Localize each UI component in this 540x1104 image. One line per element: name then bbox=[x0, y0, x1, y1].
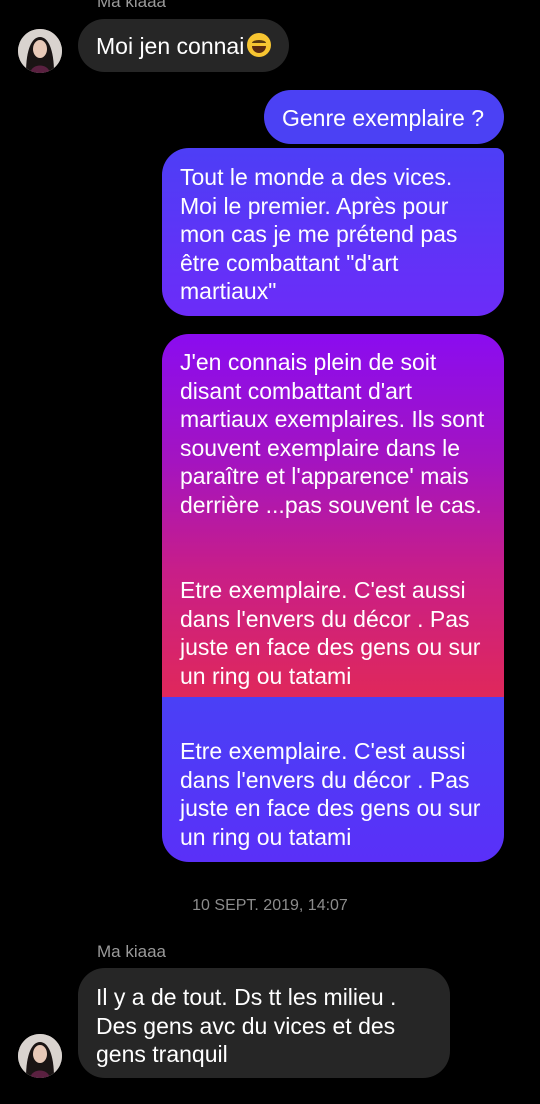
message-text: Moi jen connai bbox=[96, 33, 245, 59]
sender-name-top: Ma kiaaa bbox=[97, 0, 166, 11]
message-text: Genre exemplaire ? bbox=[282, 105, 484, 131]
profile-photo bbox=[18, 29, 62, 73]
outgoing-message[interactable]: Genre exemplaire ? bbox=[264, 90, 504, 144]
incoming-message[interactable]: Il y a de tout. Ds tt les milieu . Des g… bbox=[78, 968, 450, 1078]
incoming-message[interactable]: Moi jen connai bbox=[78, 19, 290, 72]
message-text: Etre exemplaire. C'est aussi dans l'enve… bbox=[180, 738, 481, 850]
laughing-with-tears-emoji-icon bbox=[247, 33, 272, 57]
profile-photo bbox=[18, 1034, 62, 1078]
message-text: Il y a de tout. Ds tt les milieu . Des g… bbox=[96, 984, 397, 1067]
avatar[interactable] bbox=[18, 29, 62, 73]
message-paragraph: J'en connais plein de soit disant combat… bbox=[180, 349, 485, 518]
outgoing-message[interactable]: J'en connais plein de soit disant combat… bbox=[162, 334, 504, 699]
sender-name: Ma kiaaa bbox=[97, 942, 166, 961]
outgoing-message[interactable]: Tout le monde a des vices. Moi le premie… bbox=[162, 148, 504, 316]
message-text: Tout le monde a des vices. Moi le premie… bbox=[180, 164, 458, 304]
timestamp: 10 SEPT. 2019, 14:07 bbox=[192, 897, 348, 914]
avatar[interactable] bbox=[18, 1034, 62, 1078]
message-paragraph: Etre exemplaire. C'est aussi dans l'enve… bbox=[180, 577, 481, 689]
outgoing-message[interactable]: Etre exemplaire. C'est aussi dans l'enve… bbox=[162, 697, 504, 862]
